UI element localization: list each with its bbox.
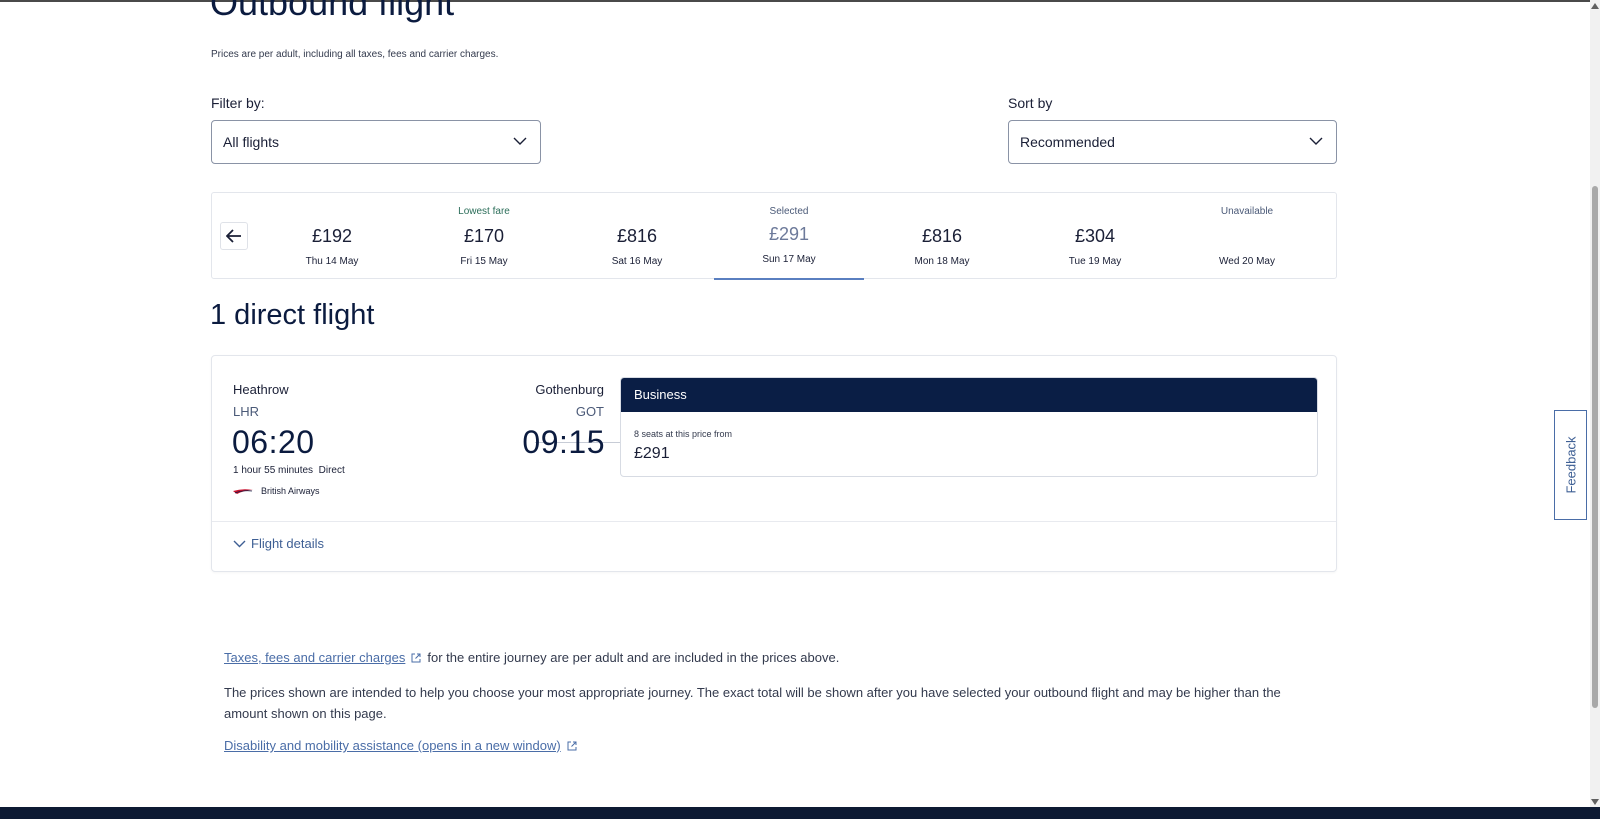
date-carousel: £192 Thu 14 May Lowest fare £170 Fri 15 …	[211, 192, 1337, 280]
card-divider	[212, 521, 1336, 522]
date-option-date: Sat 16 May	[611, 256, 663, 267]
date-option-unavailable: Unavailable Wed 20 May	[1172, 193, 1322, 279]
filter-select[interactable]: All flights	[211, 120, 541, 164]
date-option-date: Fri 15 May	[460, 256, 508, 267]
chevron-down-icon	[233, 540, 246, 548]
scroll-up-arrow-icon[interactable]	[1591, 3, 1599, 9]
origin-code: LHR	[233, 404, 260, 419]
page-title: Outbound flight	[210, 0, 455, 23]
date-option-price: £192	[311, 226, 353, 246]
date-option-date: Thu 14 May	[305, 256, 359, 267]
date-option-price: £816	[616, 226, 658, 246]
date-option-selected[interactable]: Selected £291 Sun 17 May	[714, 193, 864, 280]
date-option[interactable]: £192 Thu 14 May	[257, 193, 407, 279]
destination-city: Gothenburg	[535, 382, 604, 397]
sort-select[interactable]: Recommended	[1008, 120, 1337, 164]
filter-select-value: All flights	[223, 134, 280, 150]
date-option-price: £304	[1074, 226, 1116, 246]
previous-dates-button[interactable]	[220, 222, 248, 250]
feedback-label: Feedback	[1563, 436, 1578, 494]
feedback-tab[interactable]: Feedback	[1554, 410, 1587, 520]
date-option[interactable]: Lowest fare £170 Fri 15 May	[409, 193, 559, 279]
fare-seats-text: 8 seats at this price from	[634, 429, 733, 439]
taxes-text: for the entire journey are per adult and…	[427, 650, 840, 665]
date-option-date: Sun 17 May	[762, 254, 816, 265]
date-option-price: £170	[463, 226, 505, 246]
date-option-price: £816	[921, 226, 963, 246]
fare-price: £291	[634, 445, 670, 462]
sort-select-value: Recommended	[1020, 134, 1115, 150]
date-option[interactable]: £304 Tue 19 May	[1020, 193, 1170, 279]
scrollbar-thumb[interactable]	[1592, 186, 1598, 708]
origin-city: Heathrow	[233, 382, 289, 397]
british-airways-logo-icon	[233, 489, 253, 494]
date-option[interactable]: £816 Mon 18 May	[867, 193, 1017, 279]
unavailable-tag: Unavailable	[1220, 206, 1274, 217]
flight-card: Heathrow LHR 06:20 Gothenburg GOT 09:15 …	[211, 355, 1337, 572]
taxes-link[interactable]: Taxes, fees and carrier charges	[224, 650, 405, 665]
scroll-down-arrow-icon[interactable]	[1591, 799, 1599, 805]
results-title: 1 direct flight	[210, 299, 375, 331]
arrow-left-icon	[226, 229, 241, 243]
lowest-fare-tag: Lowest fare	[458, 206, 510, 217]
date-option-price: £291	[768, 224, 810, 244]
chevron-down-icon	[1309, 137, 1323, 145]
prices-note: The prices shown are intended to help yo…	[224, 685, 1281, 721]
selected-tag: Selected	[769, 206, 809, 217]
external-link-icon	[411, 653, 421, 663]
flight-duration: 1 hour 55 minutes Direct	[233, 465, 345, 476]
price-disclaimer: Prices are per adult, including all taxe…	[211, 49, 499, 60]
chevron-down-icon	[513, 137, 527, 145]
bottom-bar	[0, 807, 1600, 819]
date-option-date: Wed 20 May	[1219, 256, 1275, 267]
duration-text: 1 hour 55 minutes	[233, 465, 314, 476]
selected-underline	[714, 278, 864, 280]
departure-time: 06:20	[232, 424, 315, 460]
disability-link[interactable]: Disability and mobility assistance (open…	[224, 738, 561, 753]
date-option-date: Mon 18 May	[914, 256, 970, 267]
business-fare-option[interactable]: Business 8 seats at this price from £291	[620, 377, 1318, 477]
arrival-time: 09:15	[522, 424, 605, 460]
flight-details-label: Flight details	[251, 536, 324, 551]
filter-label: Filter by:	[211, 95, 265, 111]
airline-name: British Airways	[261, 486, 320, 496]
date-option[interactable]: £816 Sat 16 May	[562, 193, 712, 279]
disability-note: Disability and mobility assistance (open…	[224, 738, 583, 753]
external-link-icon	[567, 741, 577, 751]
fare-cabin-header: Business	[621, 378, 1317, 412]
sort-label: Sort by	[1008, 95, 1053, 111]
taxes-note: Taxes, fees and carrier charges for the e…	[224, 650, 839, 665]
date-option-date: Tue 19 May	[1068, 256, 1122, 267]
stops-text: Direct	[318, 465, 345, 476]
flight-details-toggle[interactable]: Flight details	[233, 536, 324, 551]
destination-code: GOT	[575, 404, 604, 419]
